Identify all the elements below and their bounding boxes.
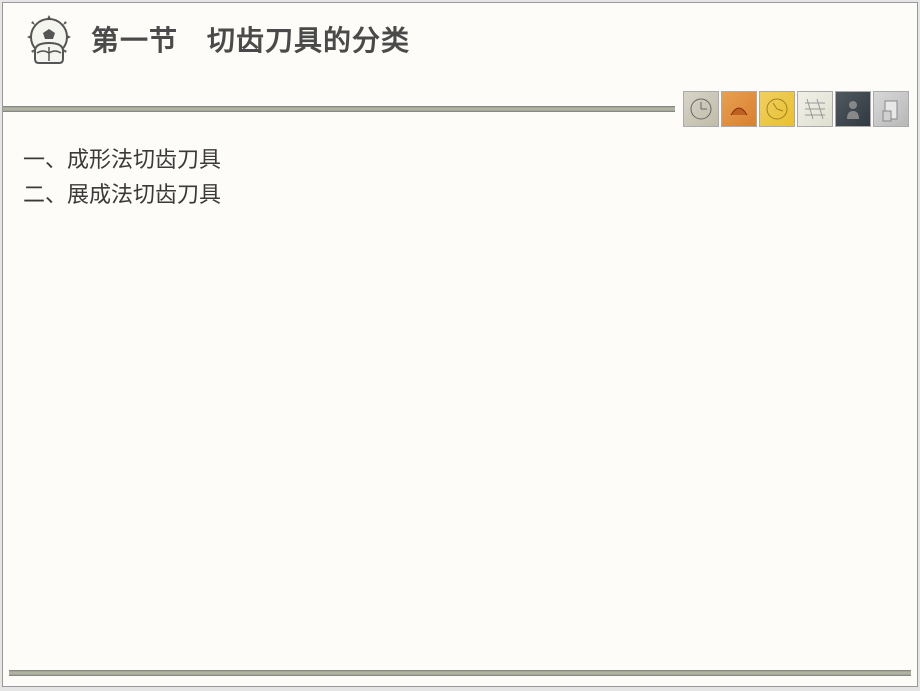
- header: 第一节 切齿刀具的分类: [3, 3, 917, 88]
- divider-line-bottom: [9, 670, 911, 676]
- thumbnail-icon: [721, 91, 757, 127]
- gear-badge-icon: [17, 11, 81, 75]
- content-area: 一、成形法切齿刀具 二、展成法切齿刀具: [23, 143, 897, 213]
- thumbnail-icon: [683, 91, 719, 127]
- slide-title: 第一节 切齿刀具的分类: [91, 19, 410, 59]
- thumbnail-icon: [873, 91, 909, 127]
- thumbnail-strip: [683, 91, 909, 127]
- list-item: 一、成形法切齿刀具: [23, 143, 897, 176]
- thumbnail-icon: [759, 91, 795, 127]
- thumbnail-icon: [835, 91, 871, 127]
- thumbnail-icon: [797, 91, 833, 127]
- divider-line-top: [3, 106, 675, 112]
- divider-row: [3, 88, 917, 130]
- list-item: 二、展成法切齿刀具: [23, 178, 897, 211]
- slide-container: 第一节 切齿刀具的分类 一、成形法切齿刀具 二、展: [2, 2, 918, 687]
